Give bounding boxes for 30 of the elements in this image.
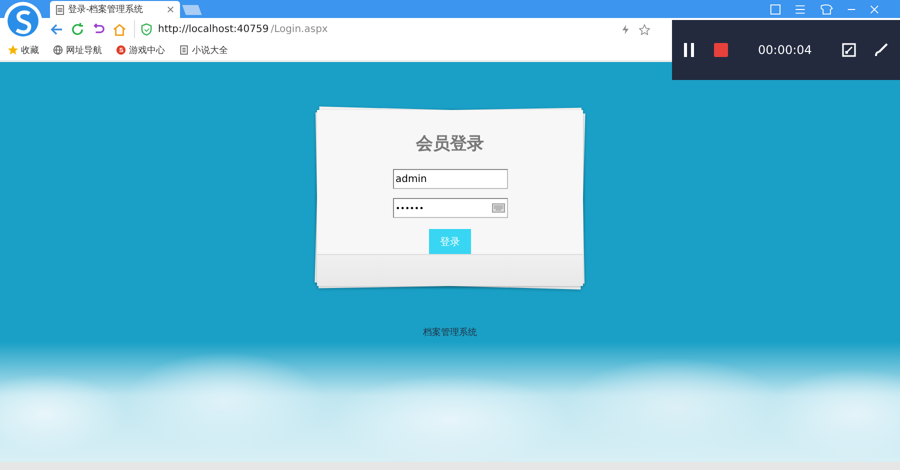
pause-icon[interactable] — [682, 43, 696, 57]
brush-icon[interactable] — [874, 43, 888, 57]
document-icon — [179, 45, 189, 55]
address-bar[interactable]: http://localhost:40759 /Login.aspx — [134, 20, 561, 38]
back-icon[interactable] — [50, 22, 63, 36]
undo-icon[interactable] — [92, 22, 105, 36]
close-icon[interactable] — [167, 6, 174, 13]
browser-tab[interactable]: 登录-档案管理系统 — [50, 1, 180, 18]
bookmark-item[interactable]: 网址导航 — [53, 44, 102, 56]
shield-icon — [141, 22, 152, 36]
bookmark-item[interactable]: 收藏 — [8, 44, 39, 56]
resize-icon[interactable] — [842, 43, 856, 57]
bookmark-item[interactable]: 小说大全 — [179, 44, 228, 56]
keyboard-icon[interactable] — [492, 203, 504, 213]
star-icon[interactable] — [639, 24, 650, 34]
tab-title: 登录-档案管理系统 — [68, 3, 144, 16]
globe-icon — [53, 45, 63, 55]
recording-timer: 00:00:04 — [758, 43, 812, 57]
new-tab-button[interactable] — [182, 5, 202, 15]
password-field[interactable]: •••••• — [392, 198, 508, 218]
star-icon — [8, 45, 18, 55]
refresh-icon[interactable] — [71, 22, 84, 36]
home-icon[interactable] — [113, 22, 126, 36]
username-field[interactable]: admin — [392, 169, 508, 189]
login-title: 会员登录 — [416, 133, 484, 155]
game-icon — [116, 45, 126, 55]
bookmark-item[interactable]: 游戏中心 — [116, 44, 165, 56]
page-icon — [56, 4, 64, 14]
footer-text: 档案管理系统 — [423, 326, 477, 339]
lightning-icon[interactable] — [620, 24, 631, 34]
